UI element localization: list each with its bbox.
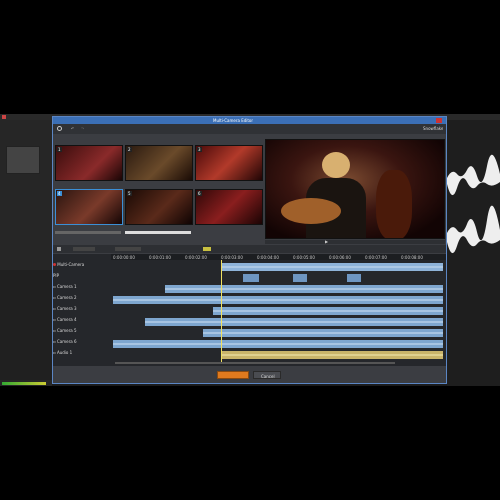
ruler-timecode: 0:00:01:00 — [149, 255, 171, 260]
track-header-camera-5[interactable]: ▫ Camera 5 — [53, 328, 111, 337]
pip-clip[interactable] — [293, 274, 307, 282]
cancel-button[interactable]: Cancel — [253, 371, 281, 379]
timeline-toolbar — [53, 245, 446, 253]
camera-clip[interactable] — [113, 340, 443, 348]
timeline-scrollbar[interactable] — [115, 362, 395, 364]
track-label: Camera 3 — [57, 306, 77, 311]
camera-number: 3 — [197, 147, 202, 152]
lock-icon[interactable]: ▫ — [53, 328, 56, 333]
audio-meter — [2, 382, 46, 385]
track-header-audio-1[interactable]: ▫ Audio 1 — [53, 350, 111, 359]
dropdown-field[interactable] — [115, 247, 141, 251]
track-label: Audio 1 — [57, 350, 73, 355]
workspace-label: Snowflake — [423, 126, 444, 131]
record-icon — [53, 263, 56, 266]
camera-view-2[interactable]: 2 — [125, 145, 193, 181]
track-header-camera-3[interactable]: ▫ Camera 3 — [53, 306, 111, 315]
timeline: 0:00:00:00 0:00:01:00 0:00:02:00 0:00:03… — [53, 254, 446, 366]
tool-icon[interactable] — [57, 247, 61, 251]
bass-figure — [376, 170, 412, 238]
dialog-footer: Cancel — [53, 368, 446, 383]
right-preview-panel — [447, 120, 500, 386]
dialog-titlebar: Multi-Camera Editor — [53, 117, 446, 124]
track-headers — [0, 270, 52, 380]
redo-icon[interactable]: ↷ — [81, 126, 84, 131]
lock-icon[interactable]: ▫ — [53, 350, 56, 355]
camera-view-4[interactable]: 4 — [55, 189, 123, 225]
camera-view-3[interactable]: 3 — [195, 145, 263, 181]
track-label: Camera 6 — [57, 339, 77, 344]
track-label: Camera 1 — [57, 284, 77, 289]
camera-clip[interactable] — [203, 329, 443, 337]
playhead[interactable] — [221, 260, 222, 362]
play-icon[interactable]: ▶ — [325, 239, 328, 244]
camera-number: 2 — [127, 147, 132, 152]
dialog-toolbar: ↶ ↷ Snowflake — [53, 124, 446, 134]
camera-clip[interactable] — [113, 296, 443, 304]
audio-waveform-display — [447, 154, 500, 254]
camera-number: 6 — [197, 191, 202, 196]
track-header-camera-1[interactable]: ▫ Camera 1 — [53, 284, 111, 293]
undo-icon[interactable]: ↶ — [71, 126, 74, 131]
ruler-timecode: 0:00:08:00 — [401, 255, 423, 260]
dropdown-field[interactable] — [73, 247, 95, 251]
camera-view-5[interactable]: 5 — [125, 189, 193, 225]
guitar-figure — [281, 198, 341, 224]
track-label: Camera 5 — [57, 328, 77, 333]
lock-icon[interactable]: ▫ — [53, 295, 56, 300]
track-header-camera-2[interactable]: ▫ Camera 2 — [53, 295, 111, 304]
camera-view-1[interactable]: 1 — [55, 145, 123, 181]
ruler-timecode: 0:00:05:00 — [293, 255, 315, 260]
audio-clip[interactable] — [221, 351, 443, 359]
program-preview — [265, 139, 445, 239]
ruler-timecode: 0:00:07:00 — [365, 255, 387, 260]
track-label: Camera 2 — [57, 295, 77, 300]
camera-audio-meter — [125, 231, 191, 234]
ruler-timecode: 0:00:02:00 — [185, 255, 207, 260]
settings-icon[interactable] — [57, 126, 62, 131]
camera-number: 1 — [57, 147, 62, 152]
lock-icon[interactable]: ▫ — [53, 317, 56, 322]
track-header-multicam[interactable]: Multi-Camera — [53, 262, 111, 271]
camera-clip[interactable] — [213, 307, 443, 315]
ruler-timecode: 0:00:03:00 — [221, 255, 243, 260]
lock-icon[interactable]: ▫ — [53, 339, 56, 344]
ok-button[interactable] — [217, 371, 249, 379]
multi-camera-editor-dialog: Multi-Camera Editor ↶ ↷ Snowflake 1 2 3 … — [52, 116, 447, 384]
playback-controls: ▶ — [265, 239, 445, 244]
cancel-button-label: Cancel — [261, 374, 275, 379]
lock-icon[interactable]: ▫ — [53, 284, 56, 289]
camera-audio-meter — [55, 231, 121, 234]
performer-figure — [322, 152, 350, 178]
track-label: Multi-Camera — [57, 262, 85, 267]
camera-number: 4 — [57, 191, 62, 196]
track-header-camera-6[interactable]: ▫ Camera 6 — [53, 339, 111, 348]
library-thumbnail[interactable] — [6, 146, 40, 174]
app-logo-icon — [2, 115, 6, 119]
library-panel — [0, 120, 52, 386]
camera-number: 5 — [127, 191, 132, 196]
track-label: Camera 4 — [57, 317, 77, 322]
marker-icon[interactable] — [203, 247, 211, 251]
camera-clip[interactable] — [165, 285, 443, 293]
pip-clip[interactable] — [243, 274, 259, 282]
camera-clip[interactable] — [145, 318, 443, 326]
track-header-camera-4[interactable]: ▫ Camera 4 — [53, 317, 111, 326]
lock-icon[interactable]: ▫ — [53, 306, 56, 311]
ruler-timecode: 0:00:00:00 — [113, 255, 135, 260]
multicam-clip[interactable] — [221, 263, 443, 271]
time-ruler: 0:00:00:00 0:00:01:00 0:00:02:00 0:00:03… — [111, 254, 446, 260]
track-label: PIP — [53, 273, 60, 278]
pip-clip[interactable] — [347, 274, 361, 282]
camera-view-6[interactable]: 6 — [195, 189, 263, 225]
dialog-title: Multi-Camera Editor — [213, 118, 254, 123]
track-header-pip[interactable]: PIP — [53, 273, 111, 282]
ruler-timecode: 0:00:06:00 — [329, 255, 351, 260]
ruler-timecode: 0:00:04:00 — [257, 255, 279, 260]
close-icon[interactable] — [436, 118, 442, 123]
